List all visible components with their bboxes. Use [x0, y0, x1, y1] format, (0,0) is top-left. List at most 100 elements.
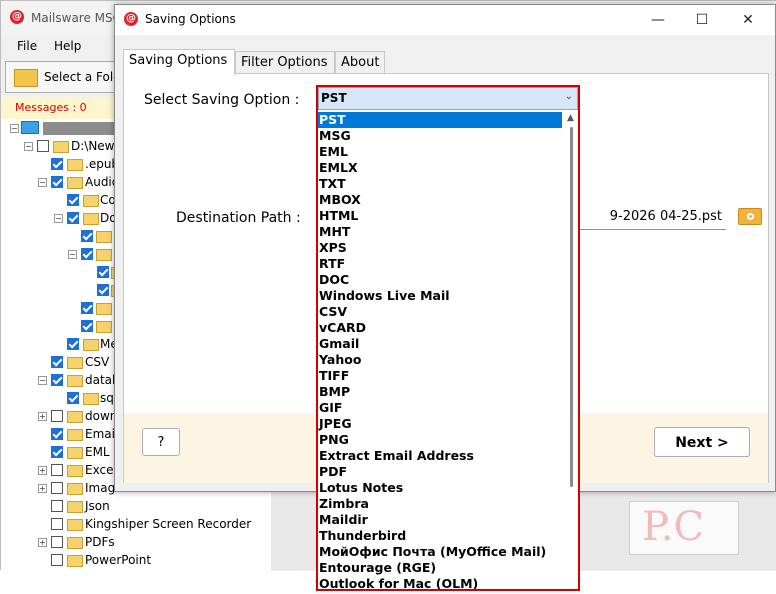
expand-icon[interactable]: + — [38, 412, 47, 421]
dropdown-option[interactable]: МойОфис Почта (MyOffice Mail) — [318, 544, 562, 560]
next-button[interactable]: Next > — [654, 427, 750, 457]
maximize-button[interactable]: ☐ — [679, 5, 725, 35]
folder-icon — [67, 465, 83, 477]
tree-checkbox[interactable] — [51, 428, 63, 440]
dropdown-option[interactable]: PST — [318, 112, 562, 128]
expand-icon[interactable]: − — [10, 124, 19, 133]
tree-item-label: EML — [85, 445, 110, 459]
dropdown-option[interactable]: PDF — [318, 464, 562, 480]
tree-item[interactable]: Json — [1, 497, 271, 515]
tree-checkbox[interactable] — [51, 464, 63, 476]
tree-checkbox[interactable] — [51, 518, 63, 530]
expand-icon[interactable]: − — [68, 250, 77, 259]
dropdown-option[interactable]: Extract Email Address — [318, 448, 562, 464]
tree-checkbox[interactable] — [51, 410, 63, 422]
menu-file[interactable]: File — [17, 39, 37, 53]
dropdown-option[interactable]: BMP — [318, 384, 562, 400]
tree-item[interactable]: PowerPoint — [1, 551, 271, 569]
tree-checkbox[interactable] — [51, 536, 63, 548]
tree-item-label: Json — [85, 499, 110, 513]
tree-checkbox[interactable] — [51, 554, 63, 566]
dropdown-option[interactable]: PNG — [318, 432, 562, 448]
tree-checkbox[interactable] — [97, 266, 109, 278]
dropdown-option[interactable]: EML — [318, 144, 562, 160]
dropdown-option[interactable]: HTML — [318, 208, 562, 224]
tree-checkbox[interactable] — [51, 176, 63, 188]
tree-checkbox[interactable] — [51, 482, 63, 494]
dropdown-option[interactable]: RTF — [318, 256, 562, 272]
tree-checkbox[interactable] — [51, 374, 63, 386]
selected-saving-option: PST — [321, 91, 347, 105]
select-folder-button[interactable]: Select a Folde — [5, 61, 128, 93]
folder-icon — [67, 411, 83, 423]
tree-checkbox[interactable] — [67, 212, 79, 224]
expand-icon[interactable]: + — [38, 484, 47, 493]
dropdown-option[interactable]: Gmail — [318, 336, 562, 352]
expand-icon[interactable]: − — [38, 178, 47, 187]
expand-icon[interactable]: − — [38, 376, 47, 385]
tree-checkbox[interactable] — [81, 302, 93, 314]
folder-icon — [83, 213, 99, 225]
tree-checkbox[interactable] — [37, 140, 49, 152]
expand-icon[interactable]: − — [24, 142, 33, 151]
dropdown-option[interactable]: vCARD — [318, 320, 562, 336]
tree-checkbox[interactable] — [97, 284, 109, 296]
tree-checkbox[interactable] — [67, 194, 79, 206]
close-button[interactable]: ✕ — [725, 5, 771, 35]
dropdown-option[interactable]: MBOX — [318, 192, 562, 208]
dropdown-option[interactable]: Zimbra — [318, 496, 562, 512]
tree-item[interactable]: + PDFs — [1, 533, 271, 551]
tree-checkbox[interactable] — [67, 392, 79, 404]
folder-icon — [83, 339, 99, 351]
tree-item-label: PDFs — [85, 535, 115, 549]
dropdown-option[interactable]: MHT — [318, 224, 562, 240]
folder-icon — [67, 501, 83, 513]
tree-checkbox[interactable] — [51, 446, 63, 458]
saving-option-select[interactable]: PST ⌄ — [318, 87, 578, 110]
tree-item-label: down — [85, 409, 118, 423]
tab-filter-options[interactable]: Filter Options — [235, 51, 335, 73]
dropdown-option[interactable]: CSV — [318, 304, 562, 320]
dropdown-option[interactable]: Lotus Notes — [318, 480, 562, 496]
tree-checkbox[interactable] — [81, 320, 93, 332]
tab-about[interactable]: About — [335, 51, 385, 73]
tree-item-label: Exce — [85, 463, 114, 477]
menu-help[interactable]: Help — [54, 39, 81, 53]
dropdown-option[interactable]: TXT — [318, 176, 562, 192]
dropdown-option[interactable]: Maildir — [318, 512, 562, 528]
dropdown-option[interactable]: MSG — [318, 128, 562, 144]
dropdown-option[interactable]: Windows Live Mail — [318, 288, 562, 304]
expand-icon[interactable]: + — [38, 466, 47, 475]
minimize-button[interactable]: — — [635, 5, 681, 35]
tree-checkbox[interactable] — [51, 158, 63, 170]
folder-icon — [67, 375, 83, 387]
dropdown-scrollbar[interactable]: ▲ — [566, 111, 578, 589]
dropdown-option[interactable]: Thunderbird — [318, 528, 562, 544]
tree-checkbox[interactable] — [81, 230, 93, 242]
dropdown-option[interactable]: JPEG — [318, 416, 562, 432]
tree-checkbox[interactable] — [67, 338, 79, 350]
destination-path-field[interactable]: 9-2026 04-25.pst — [580, 205, 726, 230]
tab-saving-options[interactable]: Saving Options — [123, 49, 235, 75]
help-button[interactable]: ? — [142, 428, 180, 456]
dropdown-option[interactable]: TIFF — [318, 368, 562, 384]
browse-folder-button[interactable] — [738, 204, 762, 226]
dropdown-option[interactable]: Outlook for Mac (OLM) — [318, 576, 562, 589]
dropdown-option[interactable]: EMLX — [318, 160, 562, 176]
saving-option-dropdown[interactable]: PST MSG EML EMLX TXT MBOX HTML MHT XPS RTF DOC Wind… — [318, 111, 578, 589]
dropdown-option[interactable]: Yahoo — [318, 352, 562, 368]
folder-icon — [67, 357, 83, 369]
dropdown-option[interactable]: GIF — [318, 400, 562, 416]
folder-icon — [96, 231, 112, 243]
scroll-up-icon[interactable]: ▲ — [567, 113, 574, 123]
tree-item[interactable]: Kingshiper Screen Recorder — [1, 515, 271, 533]
dropdown-option[interactable]: XPS — [318, 240, 562, 256]
expand-icon[interactable]: − — [54, 214, 63, 223]
tree-checkbox[interactable] — [51, 356, 63, 368]
tree-checkbox[interactable] — [51, 500, 63, 512]
expand-icon[interactable]: + — [38, 538, 47, 547]
tree-checkbox[interactable] — [81, 248, 93, 260]
dropdown-option[interactable]: Entourage (RGE) — [318, 560, 562, 576]
scrollbar-thumb[interactable] — [570, 127, 573, 487]
dropdown-option[interactable]: DOC — [318, 272, 562, 288]
